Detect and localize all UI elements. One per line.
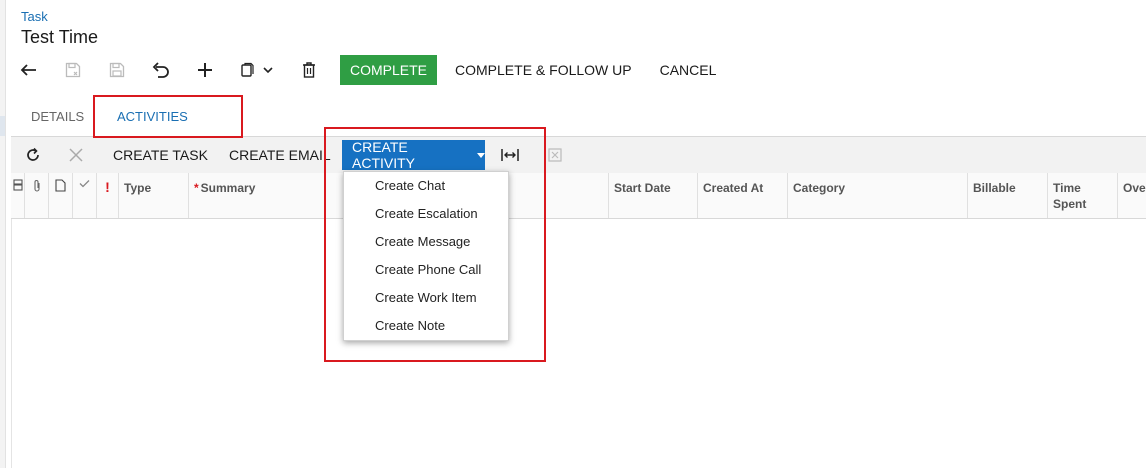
- priority-column[interactable]: !: [97, 173, 119, 218]
- create-activity-dropdown: Create Chat Create Escalation Create Mes…: [343, 171, 509, 341]
- menu-item-create-note[interactable]: Create Note: [375, 316, 445, 336]
- create-task-button[interactable]: CREATE TASK: [113, 137, 208, 173]
- tab-details[interactable]: DETAILS: [31, 98, 84, 136]
- checkmark-icon[interactable]: [73, 173, 97, 218]
- activities-grid-body: [11, 219, 1146, 468]
- complete-button[interactable]: COMPLETE: [340, 55, 438, 85]
- save-close-icon[interactable]: [58, 56, 88, 84]
- refresh-icon[interactable]: [25, 137, 41, 173]
- breadcrumb[interactable]: Task: [21, 9, 48, 24]
- main-toolbar: COMPLETE COMPLETE & FOLLOW UP CANCEL: [14, 55, 736, 85]
- column-billable[interactable]: Billable: [968, 173, 1048, 218]
- column-type[interactable]: Type: [119, 173, 189, 218]
- column-time-spent[interactable]: Time Spent: [1048, 173, 1118, 218]
- page-title: Test Time: [21, 27, 99, 47]
- cancel-button[interactable]: CANCEL: [652, 55, 725, 85]
- menu-item-create-work-item[interactable]: Create Work Item: [375, 288, 477, 308]
- note-icon[interactable]: [49, 173, 73, 218]
- activities-grid-header: ! Type * Summary Start Date Created At Ca…: [11, 173, 1146, 219]
- export-excel-icon[interactable]: [548, 137, 562, 173]
- tab-activities[interactable]: ACTIVITIES: [117, 98, 188, 136]
- left-edge-marker: [0, 116, 5, 136]
- menu-item-create-escalation[interactable]: Create Escalation: [375, 204, 478, 224]
- discard-changes-icon[interactable]: [69, 137, 83, 173]
- delete-icon[interactable]: [294, 56, 324, 84]
- column-summary-label: Summary: [200, 181, 256, 195]
- left-edge-strip: [0, 0, 6, 468]
- required-asterisk: *: [194, 181, 199, 195]
- column-created-at[interactable]: Created At: [698, 173, 788, 218]
- tab-bar: DETAILS ACTIVITIES: [23, 98, 1146, 136]
- column-start-date[interactable]: Start Date: [609, 173, 698, 218]
- menu-item-create-message[interactable]: Create Message: [375, 232, 470, 252]
- menu-item-create-phone-call[interactable]: Create Phone Call: [375, 260, 481, 280]
- attachment-icon[interactable]: [25, 173, 49, 218]
- column-category[interactable]: Category: [788, 173, 968, 218]
- copy-paste-icon[interactable]: [234, 56, 278, 84]
- column-files-icon[interactable]: [11, 173, 25, 218]
- caret-down-icon: [477, 152, 485, 158]
- back-icon[interactable]: [14, 56, 44, 84]
- undo-icon[interactable]: [146, 56, 176, 84]
- create-activity-label: CREATE ACTIVITY: [352, 139, 416, 171]
- create-activity-button[interactable]: CREATE ACTIVITY: [342, 139, 485, 171]
- create-email-button[interactable]: CREATE EMAIL: [229, 137, 331, 173]
- save-icon[interactable]: [102, 56, 132, 84]
- menu-item-create-chat[interactable]: Create Chat: [375, 176, 445, 196]
- fit-to-screen-icon[interactable]: [501, 137, 519, 173]
- activities-grid-toolbar: CREATE TASK CREATE EMAIL CREATE ACTIVITY: [11, 136, 1146, 174]
- column-overtime[interactable]: Ove: [1118, 173, 1146, 218]
- complete-follow-up-button[interactable]: COMPLETE & FOLLOW UP: [447, 55, 640, 85]
- add-icon[interactable]: [190, 56, 220, 84]
